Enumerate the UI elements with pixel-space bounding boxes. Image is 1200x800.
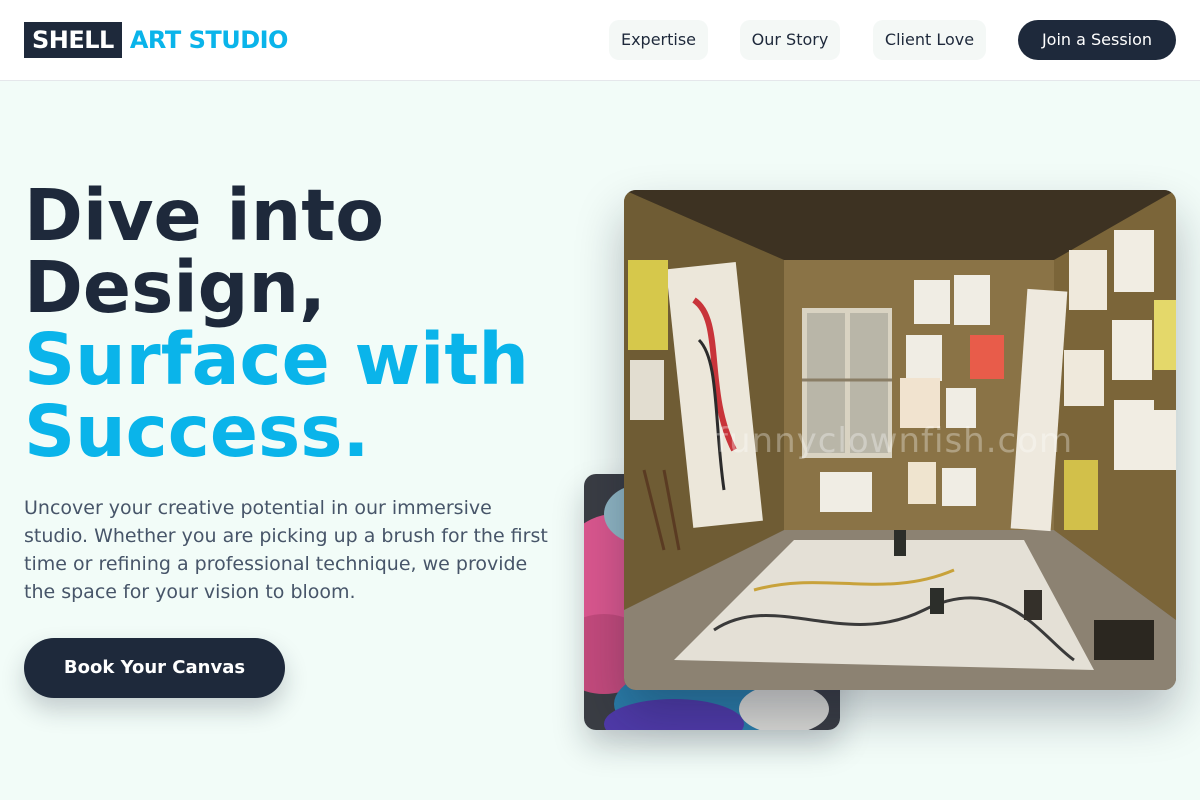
nav-link-client-love[interactable]: Client Love xyxy=(873,20,986,60)
hero-description: Uncover your creative potential in our i… xyxy=(24,497,548,603)
logo-mark: SHELL xyxy=(24,22,122,58)
studio-logo[interactable]: SHELL ART STUDIO xyxy=(24,22,288,58)
image-watermark: funnyclownfish.com xyxy=(716,421,1074,461)
nav-link-expertise[interactable]: Expertise xyxy=(609,20,708,60)
headline-line-2: Design, xyxy=(24,246,327,329)
top-navigation-bar: SHELL ART STUDIO Expertise Our Story Cli… xyxy=(0,0,1200,81)
headline-line-4: Success. xyxy=(24,390,370,473)
logo-name: ART STUDIO xyxy=(129,26,289,54)
nav-link-our-story[interactable]: Our Story xyxy=(740,20,840,60)
headline-line-3: Surface with xyxy=(24,318,529,401)
join-session-button[interactable]: Join a Session xyxy=(1018,20,1176,60)
book-canvas-button[interactable]: Book Your Canvas xyxy=(24,638,285,698)
hero-headline: Dive into Design, Surface with Success. xyxy=(24,180,529,468)
headline-line-1: Dive into xyxy=(24,174,385,257)
